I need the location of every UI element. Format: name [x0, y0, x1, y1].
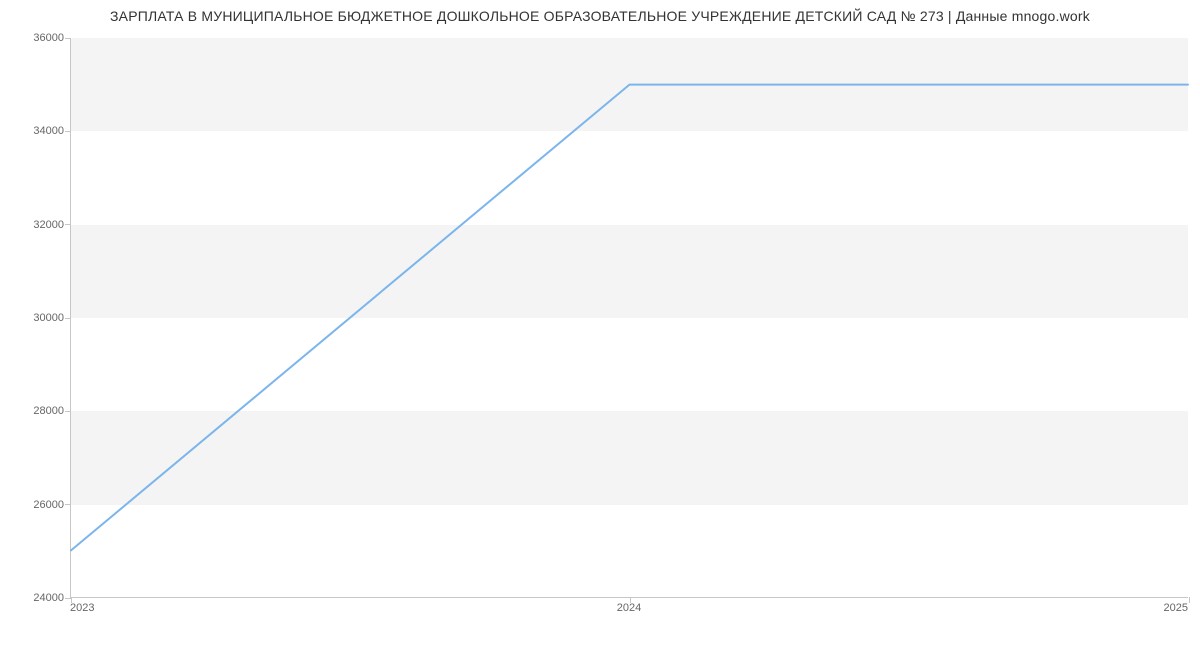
- x-axis-label: 2024: [617, 602, 641, 614]
- y-axis-label: 26000: [14, 499, 64, 511]
- x-tick: [1189, 597, 1190, 603]
- chart-title: ЗАРПЛАТА В МУНИЦИПАЛЬНОЕ БЮДЖЕТНОЕ ДОШКО…: [0, 8, 1200, 24]
- y-axis-label: 32000: [14, 219, 64, 231]
- y-axis-label: 28000: [14, 405, 64, 417]
- y-axis-label: 24000: [14, 592, 64, 604]
- y-tick: [65, 131, 71, 132]
- chart-container: ЗАРПЛАТА В МУНИЦИПАЛЬНОЕ БЮДЖЕТНОЕ ДОШКО…: [0, 0, 1200, 650]
- y-tick: [65, 318, 71, 319]
- line-svg: [71, 38, 1188, 597]
- y-tick: [65, 411, 71, 412]
- series-line: [71, 85, 1188, 551]
- y-tick: [65, 224, 71, 225]
- y-axis-label: 34000: [14, 125, 64, 137]
- y-tick: [65, 504, 71, 505]
- plot-area: [70, 38, 1188, 598]
- x-axis-label: 2023: [70, 602, 94, 614]
- y-tick: [65, 38, 71, 39]
- y-axis-label: 30000: [14, 312, 64, 324]
- x-axis-label: 2025: [1164, 602, 1188, 614]
- y-axis-label: 36000: [14, 32, 64, 44]
